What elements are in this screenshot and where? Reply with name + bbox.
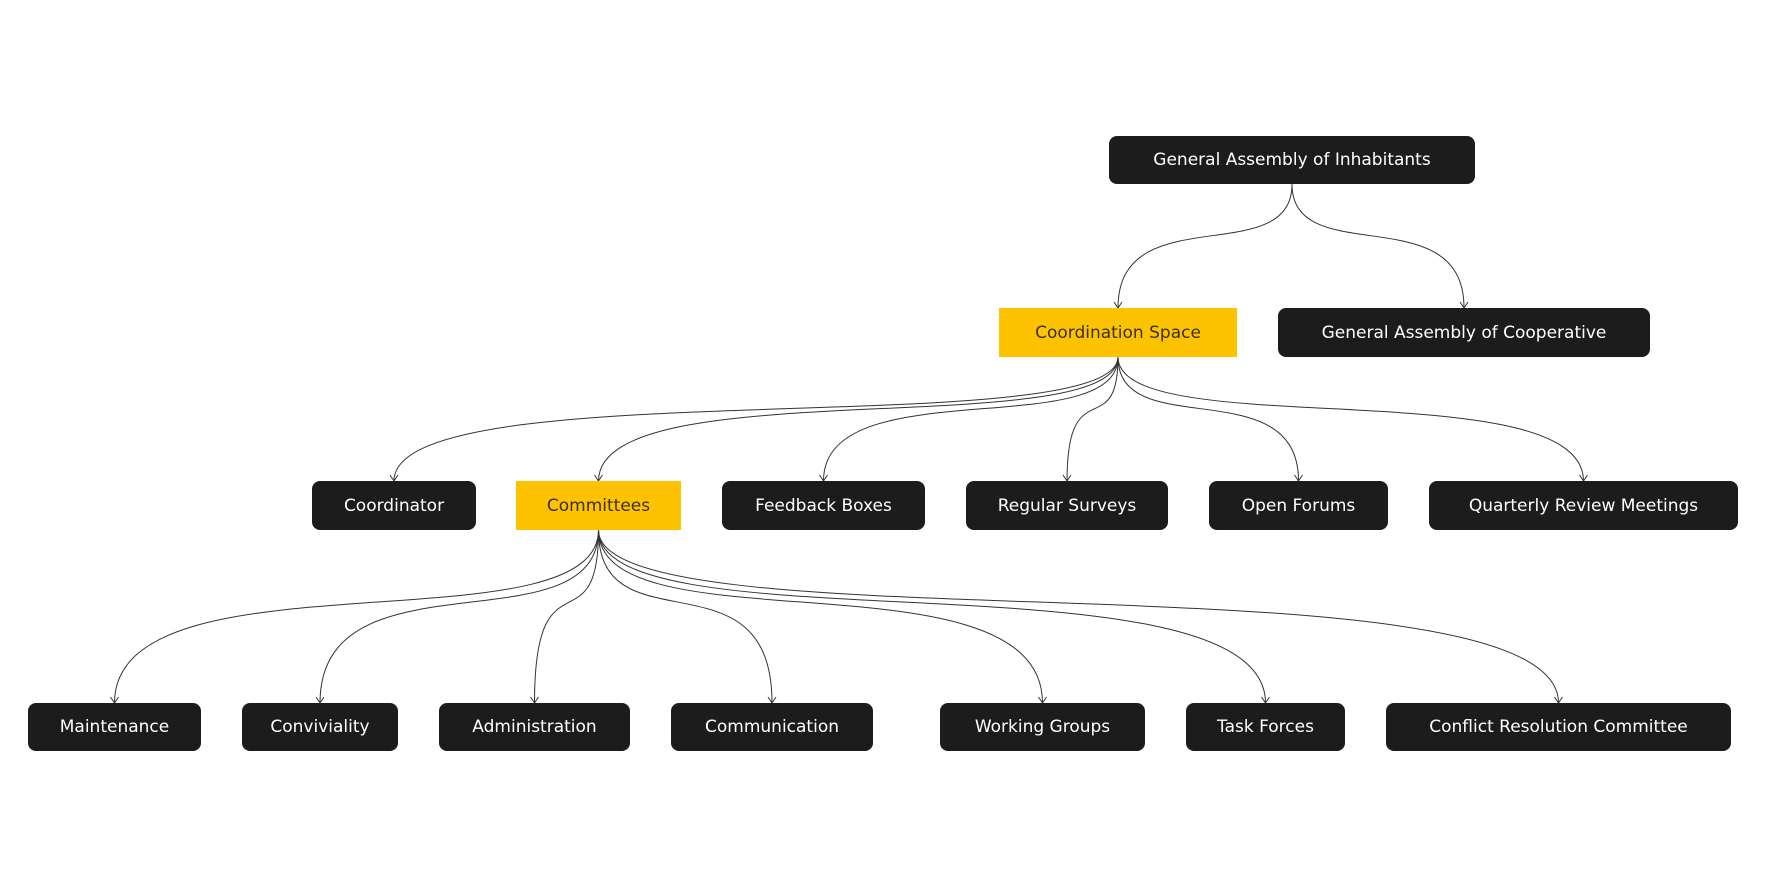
edge-comm-conv — [319, 529, 599, 704]
edge-cs-rs — [1066, 356, 1119, 482]
node-coordinator[interactable]: Coordinator — [312, 481, 476, 530]
edge-gai-cs — [1117, 183, 1293, 309]
node-committees[interactable]: Committees — [516, 481, 681, 530]
node-coordination-space[interactable]: Coordination Space — [999, 308, 1237, 357]
edge-cs-fb — [823, 356, 1119, 482]
node-task-forces[interactable]: Task Forces — [1186, 703, 1345, 751]
edge-cs-coord — [393, 356, 1119, 482]
node-feedback-boxes[interactable]: Feedback Boxes — [722, 481, 925, 530]
node-quarterly-review-meetings[interactable]: Quarterly Review Meetings — [1429, 481, 1738, 530]
node-working-groups[interactable]: Working Groups — [940, 703, 1145, 751]
edge-cs-qrm — [1117, 356, 1584, 482]
edge-comm-wg — [598, 529, 1043, 704]
node-open-forums[interactable]: Open Forums — [1209, 481, 1388, 530]
edge-gai-gac — [1291, 183, 1465, 309]
edge-comm-cmu — [598, 529, 773, 704]
node-general-assembly-inhabitants[interactable]: General Assembly of Inhabitants — [1109, 136, 1475, 184]
edge-comm-crc — [598, 529, 1559, 704]
node-regular-surveys[interactable]: Regular Surveys — [966, 481, 1168, 530]
edge-cs-comm — [598, 356, 1119, 482]
node-conviviality[interactable]: Conviviality — [242, 703, 398, 751]
edge-comm-mnt — [114, 529, 599, 704]
node-general-assembly-cooperative[interactable]: General Assembly of Cooperative — [1278, 308, 1650, 357]
edge-cs-of — [1117, 356, 1299, 482]
node-maintenance[interactable]: Maintenance — [28, 703, 201, 751]
node-conflict-resolution-committee[interactable]: Conflict Resolution Committee — [1386, 703, 1731, 751]
node-communication[interactable]: Communication — [671, 703, 873, 751]
node-administration[interactable]: Administration — [439, 703, 630, 751]
